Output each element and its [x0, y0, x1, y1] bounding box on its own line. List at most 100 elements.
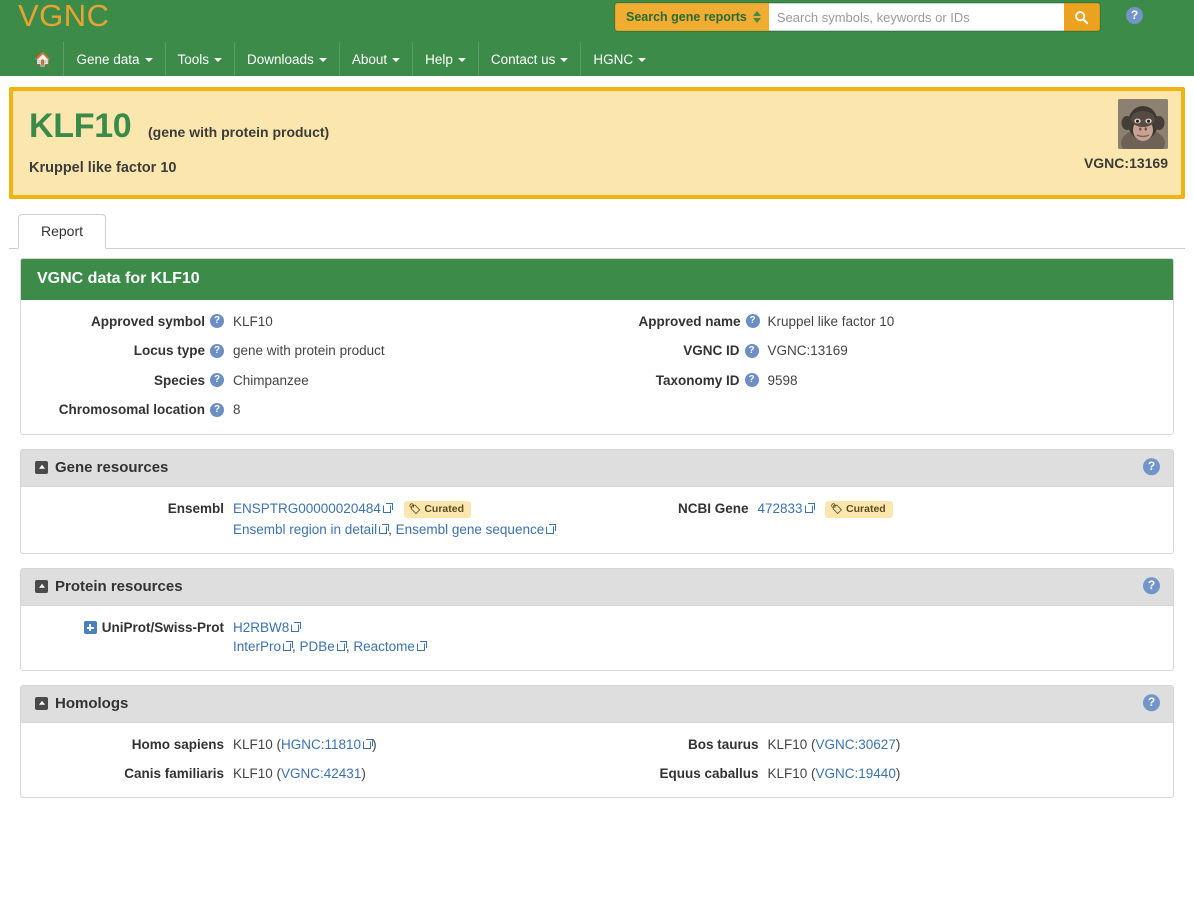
link-text: VGNC:19440: [815, 765, 896, 781]
field-label-ncbi-gene: NCBI Gene: [677, 500, 749, 516]
help-icon[interactable]: ?: [744, 373, 759, 388]
tab-report[interactable]: Report: [18, 214, 107, 249]
field-value-chromosomal-location: 8: [233, 402, 241, 418]
homolog-id-link[interactable]: VGNC:42431: [281, 766, 361, 781]
grid-spacer: [649, 620, 749, 654]
field-label-vgnc-id: VGNC ID?: [639, 343, 759, 358]
link-text: InterPro: [233, 638, 282, 654]
homolog-id-link[interactable]: VGNC:19440: [816, 766, 896, 781]
homolog-symbol: KLF10: [767, 765, 808, 781]
reactome-link[interactable]: Reactome: [353, 639, 427, 654]
nav-item-about[interactable]: About: [338, 42, 412, 76]
external-link-icon: [336, 640, 347, 651]
external-link-icon: [291, 621, 302, 632]
collapse-icon[interactable]: [35, 579, 48, 593]
homolog-id-link[interactable]: VGNC:30627: [816, 737, 896, 752]
nav-item-help[interactable]: Help: [412, 42, 478, 76]
homolog-species-canis-familiaris: Canis familiaris: [124, 765, 224, 781]
homologs-panel: Homologs ? Homo sapiens KLF10 (HGNC:1181…: [20, 684, 1174, 798]
paren-close: ): [895, 736, 901, 752]
search-input[interactable]: [768, 3, 1064, 31]
link-text: Ensembl region in detail: [233, 521, 378, 537]
nav-label: About: [351, 51, 388, 67]
help-icon[interactable]: ?: [745, 314, 760, 329]
help-icon[interactable]: ?: [744, 343, 759, 358]
separator: ,: [292, 638, 300, 654]
nav-label: HGNC: [593, 51, 634, 67]
nav-label: Help: [425, 51, 453, 67]
field-value-taxonomy-id: 9598: [767, 372, 798, 388]
help-icon[interactable]: ?: [210, 343, 224, 358]
interpro-link[interactable]: InterPro: [233, 638, 294, 654]
protein-resources-help-button[interactable]: ?: [1143, 577, 1160, 596]
chimpanzee-photo-icon: [1118, 99, 1168, 149]
external-link-icon: [283, 640, 294, 651]
nav-item-gene-data[interactable]: Gene data: [63, 42, 164, 76]
field-label-ensembl: Ensembl: [167, 500, 224, 516]
field-label-chromosomal-location: Chromosomal location?: [21, 402, 224, 417]
field-label-locus-type: Locus type?: [21, 343, 224, 358]
label-text: Chromosomal location: [58, 402, 205, 418]
nav-label: Downloads: [247, 51, 314, 67]
chevron-down-icon: [392, 58, 401, 62]
link-text: HGNC:11810: [281, 736, 362, 752]
homolog-value-bos-taurus: KLF10 (VGNC:30627): [759, 737, 1174, 752]
homolog-species-homo-sapiens: Homo sapiens: [131, 736, 224, 752]
curated-badge: 🏷 Curated: [403, 500, 472, 518]
paren-close: ): [361, 765, 366, 781]
site-logo[interactable]: VGNC: [18, 0, 110, 34]
help-icon[interactable]: ?: [210, 314, 224, 329]
expand-icon[interactable]: [83, 620, 97, 634]
collapse-icon[interactable]: [35, 460, 48, 474]
collapse-icon[interactable]: [35, 696, 48, 710]
homolog-value-equus-caballus: KLF10 (VGNC:19440): [759, 766, 1174, 781]
paren-open: (: [807, 765, 816, 781]
external-link-icon: [379, 523, 390, 534]
nav-item-home[interactable]: 🏠: [22, 42, 63, 76]
search-scope-dropdown[interactable]: Search gene reports: [615, 3, 769, 31]
tab-strip: Report: [9, 214, 1185, 249]
ensembl-region-link[interactable]: Ensembl region in detail: [233, 521, 390, 537]
main-navigation: 🏠 Gene data Tools Downloads About Help C…: [22, 42, 658, 76]
help-icon: ?: [1143, 694, 1160, 712]
homologs-header[interactable]: Homologs ?: [21, 685, 1173, 723]
help-icon[interactable]: ?: [210, 402, 224, 417]
ensembl-sub-links: Ensembl region in detail, Ensembl gene s…: [233, 522, 649, 537]
badge-text: Curated: [424, 502, 465, 515]
ensembl-sequence-link[interactable]: Ensembl gene sequence: [396, 522, 557, 537]
help-icon: ?: [1143, 458, 1160, 476]
label-text: Taxonomy ID: [655, 372, 740, 388]
site-header: VGNC Search gene reports ? 🏠 Gene data T…: [0, 0, 1194, 76]
gene-resources-header[interactable]: Gene resources ?: [21, 449, 1173, 487]
nav-item-tools[interactable]: Tools: [164, 42, 235, 76]
uniprot-link[interactable]: H2RBW8: [233, 620, 302, 635]
nav-label: Contact us: [490, 51, 556, 67]
species-thumbnail: [1118, 99, 1168, 149]
field-label-species: Species?: [21, 373, 224, 388]
field-value-vgnc-id: VGNC:13169: [767, 343, 848, 359]
gene-resources-title: Gene resources: [55, 458, 169, 476]
field-value-approved-symbol: KLF10: [233, 314, 273, 329]
homolog-symbol: KLF10: [767, 736, 808, 752]
nav-item-downloads[interactable]: Downloads: [234, 42, 339, 76]
nav-label: Gene data: [76, 51, 140, 67]
gene-resources-body: Ensembl ENSPTRG00000020484 🏷 Curated Ense…: [21, 487, 1173, 553]
homologs-help-button[interactable]: ?: [1143, 694, 1160, 713]
nav-item-hgnc[interactable]: HGNC: [580, 42, 658, 76]
ensembl-gene-link[interactable]: ENSPTRG00000020484: [233, 501, 393, 516]
label-text: Locus type: [133, 343, 205, 359]
label-text: Approved name: [638, 314, 741, 329]
nav-item-contact-us[interactable]: Contact us: [477, 42, 581, 76]
help-icon[interactable]: ?: [210, 373, 224, 388]
field-value-ensembl: ENSPTRG00000020484 🏷 Curated Ensembl regi…: [224, 500, 649, 537]
pdbe-link[interactable]: PDBe: [300, 639, 347, 654]
gene-resources-help-button[interactable]: ?: [1143, 458, 1160, 477]
search-button[interactable]: [1063, 3, 1100, 31]
header-help-button[interactable]: ?: [1126, 7, 1143, 25]
chevron-down-icon: [318, 58, 327, 62]
ncbi-gene-link[interactable]: 472833: [758, 501, 815, 516]
paren-open: (: [272, 736, 282, 752]
paren-close: ): [895, 765, 901, 781]
protein-resources-header[interactable]: Protein resources ?: [21, 568, 1173, 606]
homolog-id-link[interactable]: HGNC:11810: [281, 736, 374, 752]
